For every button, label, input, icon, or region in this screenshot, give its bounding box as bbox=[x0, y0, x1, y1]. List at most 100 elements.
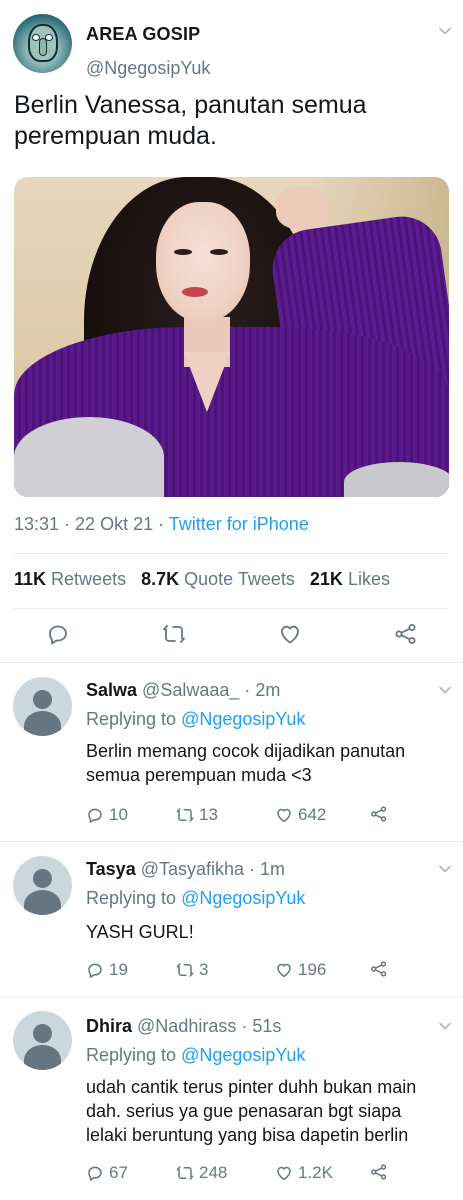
retweets-count: 11K bbox=[14, 569, 47, 589]
tweet-photo[interactable] bbox=[14, 177, 449, 497]
retweet-icon bbox=[176, 1166, 194, 1180]
share-button[interactable] bbox=[370, 805, 393, 823]
replying-to: Replying to @NgegosipYuk bbox=[86, 709, 305, 730]
divider bbox=[14, 553, 449, 554]
reply-text: YASH GURL! bbox=[86, 922, 194, 942]
photo-eye bbox=[174, 249, 192, 255]
retweet-count: 3 bbox=[199, 960, 209, 979]
author-handle[interactable]: @NgegosipYuk bbox=[86, 58, 210, 79]
chevron-down-icon[interactable] bbox=[438, 24, 452, 38]
avatar-body bbox=[24, 1045, 61, 1070]
retweet-count: 13 bbox=[199, 805, 218, 824]
chevron-down-icon[interactable] bbox=[438, 1019, 452, 1033]
reply-time: · 1m bbox=[244, 859, 286, 879]
tweet-stats: 11K Retweets 8.7K Quote Tweets 21K Likes bbox=[14, 569, 390, 590]
reply-count: 10 bbox=[109, 805, 128, 824]
avatar-body bbox=[24, 711, 61, 736]
squidward-nose bbox=[39, 38, 47, 56]
reply-text: Berlin memang cocok dijadikan panutan se… bbox=[86, 741, 406, 785]
replying-to-label: Replying to bbox=[86, 709, 182, 729]
reply-action-bar: 19 3 196 bbox=[86, 960, 406, 982]
reply-count: 19 bbox=[109, 960, 128, 979]
photo-face bbox=[156, 202, 250, 322]
default-avatar-icon[interactable] bbox=[13, 856, 72, 915]
reply-icon[interactable] bbox=[46, 622, 70, 646]
reply-author-handle[interactable]: @Tasyafikha bbox=[141, 859, 244, 879]
avatar-head bbox=[33, 690, 52, 709]
retweet-button[interactable]: 13 bbox=[176, 805, 218, 825]
quotes-stat[interactable]: 8.7K Quote Tweets bbox=[141, 569, 295, 589]
reply-header: Tasya @Tasyafikha · 1m bbox=[86, 859, 285, 880]
likes-label: Likes bbox=[347, 569, 390, 589]
reply-header: Dhira @Nadhirass · 51s bbox=[86, 1016, 281, 1037]
reply-count: 67 bbox=[109, 1163, 128, 1182]
reply-icon bbox=[88, 808, 102, 823]
reply-button[interactable]: 10 bbox=[86, 805, 128, 825]
share-button[interactable] bbox=[370, 960, 393, 978]
reply-icon bbox=[88, 963, 102, 978]
reply-tweet[interactable]: Dhira @Nadhirass · 51s Replying to @Ngeg… bbox=[0, 997, 463, 1200]
retweets-stat[interactable]: 11K Retweets bbox=[14, 569, 126, 589]
photo-hand bbox=[276, 187, 328, 229]
like-button[interactable]: 1.2K bbox=[275, 1163, 333, 1183]
reply-tweet[interactable]: Tasya @Tasyafikha · 1m Replying to @Ngeg… bbox=[0, 842, 463, 996]
replying-to: Replying to @NgegosipYuk bbox=[86, 888, 305, 909]
like-button[interactable]: 642 bbox=[275, 805, 326, 825]
reply-header: Salwa @Salwaaa_ · 2m bbox=[86, 680, 280, 701]
reply-author-name[interactable]: Tasya bbox=[86, 859, 136, 879]
like-icon[interactable] bbox=[278, 622, 302, 646]
reply-author-name[interactable]: Salwa bbox=[86, 680, 137, 700]
retweet-button[interactable]: 248 bbox=[176, 1163, 227, 1183]
avatar-head bbox=[33, 1024, 52, 1043]
share-button[interactable] bbox=[370, 1163, 393, 1181]
share-icon bbox=[371, 1164, 387, 1180]
author-avatar[interactable] bbox=[13, 14, 72, 73]
like-button[interactable]: 196 bbox=[275, 960, 326, 980]
replying-to-mention[interactable]: @NgegosipYuk bbox=[181, 888, 305, 908]
default-avatar-icon[interactable] bbox=[13, 1011, 72, 1070]
reply-author-handle[interactable]: @Nadhirass bbox=[137, 1016, 236, 1036]
share-icon[interactable] bbox=[394, 622, 418, 646]
reply-text: udah cantik terus pinter duhh bukan main… bbox=[86, 1077, 417, 1145]
quotes-count: 8.7K bbox=[141, 569, 180, 589]
replying-to-mention[interactable]: @NgegosipYuk bbox=[181, 709, 305, 729]
reply-time: · 2m bbox=[239, 680, 281, 700]
chevron-down-icon[interactable] bbox=[438, 683, 452, 697]
reply-tweet[interactable]: Salwa @Salwaaa_ · 2m Replying to @Ngegos… bbox=[0, 663, 463, 841]
photo-eye bbox=[210, 249, 228, 255]
retweets-label: Retweets bbox=[51, 569, 127, 589]
divider bbox=[14, 608, 449, 609]
like-icon bbox=[277, 808, 291, 823]
main-tweet: AREA GOSIP @NgegosipYuk Berlin Vanessa, … bbox=[0, 0, 463, 662]
reply-button[interactable]: 19 bbox=[86, 960, 128, 980]
tweet-timestamp: 13:31 · 22 Okt 21 · Twitter for iPhone bbox=[14, 514, 309, 535]
reply-icon bbox=[88, 1166, 102, 1181]
author-display-name[interactable]: AREA GOSIP bbox=[86, 24, 200, 45]
share-icon bbox=[371, 806, 387, 822]
like-count: 1.2K bbox=[298, 1163, 333, 1182]
like-icon bbox=[277, 963, 291, 978]
avatar-head bbox=[33, 869, 52, 888]
chevron-down-icon[interactable] bbox=[438, 862, 452, 876]
replying-to: Replying to @NgegosipYuk bbox=[86, 1045, 305, 1066]
replying-to-mention[interactable]: @NgegosipYuk bbox=[181, 1045, 305, 1065]
retweet-icon[interactable] bbox=[162, 622, 186, 646]
tweet-source-link[interactable]: Twitter for iPhone bbox=[169, 514, 309, 534]
reply-author-handle[interactable]: @Salwaaa_ bbox=[142, 680, 239, 700]
replying-to-label: Replying to bbox=[86, 888, 182, 908]
avatar-body bbox=[24, 890, 61, 915]
reply-author-name[interactable]: Dhira bbox=[86, 1016, 132, 1036]
reply-button[interactable]: 67 bbox=[86, 1163, 128, 1183]
retweet-button[interactable]: 3 bbox=[176, 960, 208, 980]
retweet-icon bbox=[176, 963, 194, 977]
retweet-icon bbox=[176, 808, 194, 822]
photo-knee bbox=[14, 417, 164, 497]
default-avatar-icon[interactable] bbox=[13, 677, 72, 736]
share-icon bbox=[371, 961, 387, 977]
reply-action-bar: 67 248 1.2K bbox=[86, 1163, 406, 1185]
like-icon bbox=[277, 1166, 291, 1181]
reply-time: · 51s bbox=[236, 1016, 282, 1036]
quotes-label: Quote Tweets bbox=[184, 569, 295, 589]
like-count: 196 bbox=[298, 960, 327, 979]
likes-stat[interactable]: 21K Likes bbox=[310, 569, 390, 589]
